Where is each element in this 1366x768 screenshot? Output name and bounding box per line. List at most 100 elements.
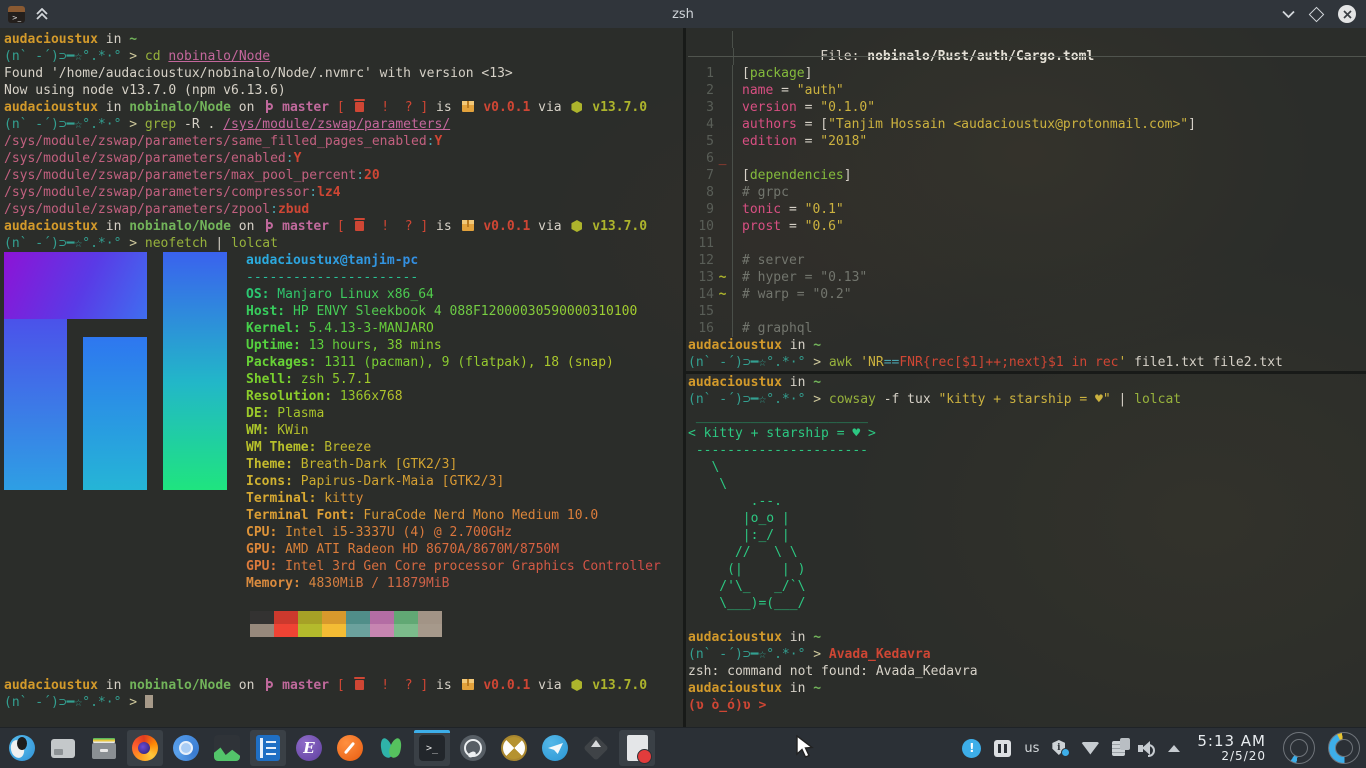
terminal-pane-left[interactable]: audacioustux in ~(n` -´)⊃━☆°.*·° > cd no…	[0, 28, 683, 728]
code-content	[733, 235, 750, 252]
terminal-line: Host: HP ENVY Sleekbook 4 088F1200003059…	[246, 303, 661, 320]
desktop: >_ zsh audacioustux in ~(n` -´)⊃━☆°.*·° …	[0, 0, 1366, 768]
palette-swatch	[322, 611, 346, 624]
media-pause-icon[interactable]	[994, 740, 1011, 757]
text-segment: prost	[742, 219, 781, 234]
change-marker	[714, 235, 731, 252]
text-segment: \	[688, 477, 727, 492]
text-segment: file1.txt file2.txt	[1126, 355, 1283, 370]
telegram-task[interactable]	[537, 730, 573, 766]
neofetch-label: Theme:	[246, 457, 293, 472]
clipboard-icon[interactable]	[1112, 741, 1125, 756]
journal-icon	[256, 735, 280, 761]
tulip-app-task[interactable]	[373, 730, 409, 766]
code-line: 9tonic = "0.1"	[688, 201, 1366, 218]
palette-swatch	[418, 624, 442, 637]
close-icon[interactable]	[1338, 5, 1356, 23]
terminal-line: audacioustux in ~	[688, 629, 1366, 646]
text-segment: -R .	[184, 117, 223, 132]
text-segment: [	[742, 168, 750, 183]
notes-task[interactable]	[619, 730, 655, 766]
neofetch-value: KWin	[269, 423, 308, 438]
text-segment: // \ \	[688, 545, 798, 560]
text-segment: audacioustux	[4, 100, 98, 115]
text-segment: (n` -´)⊃━☆°.*·°	[4, 236, 129, 251]
palette-swatch	[346, 611, 370, 624]
line-number: 12	[688, 252, 714, 269]
text-segment: :	[356, 168, 364, 183]
text-segment: "0.1"	[805, 202, 844, 217]
code-content	[733, 150, 750, 167]
journal-task[interactable]	[250, 730, 286, 766]
inkscape-task[interactable]	[578, 730, 614, 766]
text-segment: \	[688, 460, 719, 475]
text-segment: /sys/module/zswap/parameters/enabled	[4, 151, 286, 166]
neofetch-output: audacioustux@tanjim-pc -----------------…	[4, 252, 683, 592]
maximize-icon[interactable]	[1309, 6, 1325, 22]
text-segment: |	[208, 236, 231, 251]
gold-circle-task[interactable]	[496, 730, 532, 766]
manjaro-logo-part	[4, 252, 147, 319]
chevron-down-icon[interactable]	[1282, 7, 1295, 22]
code-line: 6_	[688, 150, 1366, 167]
app-launcher-button[interactable]	[4, 730, 40, 766]
load-gauge-1[interactable]	[1283, 732, 1315, 764]
code-line: 3version = "0.1.0"	[688, 99, 1366, 116]
terminal-line: // \ \	[688, 544, 1366, 561]
shell-scrollback-right-top: audacioustux in ~(n` -´)⊃━☆°.*·° > awk '…	[688, 337, 1366, 371]
clock-widget[interactable]: 5:13 AM 2/5/20	[1197, 733, 1266, 763]
obs-task[interactable]	[455, 730, 491, 766]
text-segment: authors	[742, 117, 797, 132]
code-content	[733, 303, 750, 320]
tulip-icon	[378, 735, 404, 761]
neofetch-value: 5.4.13-3-MANJARO	[301, 321, 434, 336]
security-tray-item[interactable]: i	[1052, 740, 1068, 756]
chromium-task[interactable]	[168, 730, 204, 766]
load-gauge-2[interactable]	[1328, 732, 1360, 764]
terminal-line: /sys/module/zswap/parameters/same_filled…	[4, 133, 683, 150]
code-line: 15	[688, 303, 1366, 320]
terminal-line: audacioustux in ~	[688, 374, 1366, 391]
text-segment: ~	[813, 375, 821, 390]
palette-swatch	[274, 624, 298, 637]
terminal-line: WM: KWin	[246, 422, 661, 439]
firefox-icon	[132, 735, 158, 761]
keyboard-layout-indicator[interactable]: us	[1024, 741, 1039, 756]
text-segment: "auth"	[797, 83, 844, 98]
tray-expand-icon[interactable]	[1168, 745, 1180, 752]
palette-swatch	[394, 611, 418, 624]
orange-pen-task[interactable]	[332, 730, 368, 766]
emacs-task[interactable]: E	[291, 730, 327, 766]
terminal-pane-right[interactable]: File: nobinalo/Rust/auth/Cargo.toml 1[pa…	[686, 28, 1366, 728]
terminal-line: Icons: Papirus-Dark-Maia [GTK2/3]	[246, 473, 661, 490]
terminal-line: Resolution: 1366x768	[246, 388, 661, 405]
neofetch-label: GPU:	[246, 542, 277, 557]
palette-swatch	[394, 624, 418, 637]
keep-above-icon[interactable]	[35, 8, 49, 21]
neofetch-label: OS:	[246, 287, 269, 302]
text-segment: [	[742, 66, 750, 81]
notifications-icon[interactable]: !	[962, 739, 981, 758]
text-segment: in	[782, 630, 813, 645]
firefox-task[interactable]	[127, 730, 163, 766]
system-monitor-task[interactable]	[209, 730, 245, 766]
text-segment: in	[782, 681, 813, 696]
neofetch-label: Terminal:	[246, 491, 316, 506]
text-segment: [	[337, 100, 353, 115]
code-content: name = "auth"	[733, 82, 844, 99]
code-content: tonic = "0.1"	[733, 201, 844, 218]
terminal-line: < kitty + starship = ♥ >	[688, 425, 1366, 442]
text-segment: =	[773, 83, 796, 98]
window-pager-button[interactable]	[45, 730, 81, 766]
change-marker	[714, 303, 731, 320]
kitty-titlebar: >_ zsh	[0, 0, 1366, 29]
volume-icon[interactable]	[1138, 741, 1155, 756]
kitty-terminal-task[interactable]: >_	[414, 730, 450, 766]
code-line: 5edition = "2018"	[688, 133, 1366, 150]
archive-button[interactable]	[86, 730, 122, 766]
terminal-line: (n` -´)⊃━☆°.*·° > awk 'NR==FNR{rec[$1]++…	[688, 354, 1366, 371]
terminal-line: Shell: zsh 5.7.1	[246, 371, 661, 388]
wifi-icon[interactable]	[1081, 742, 1099, 755]
text-segment: >	[813, 647, 829, 662]
trash-icon	[355, 680, 364, 690]
